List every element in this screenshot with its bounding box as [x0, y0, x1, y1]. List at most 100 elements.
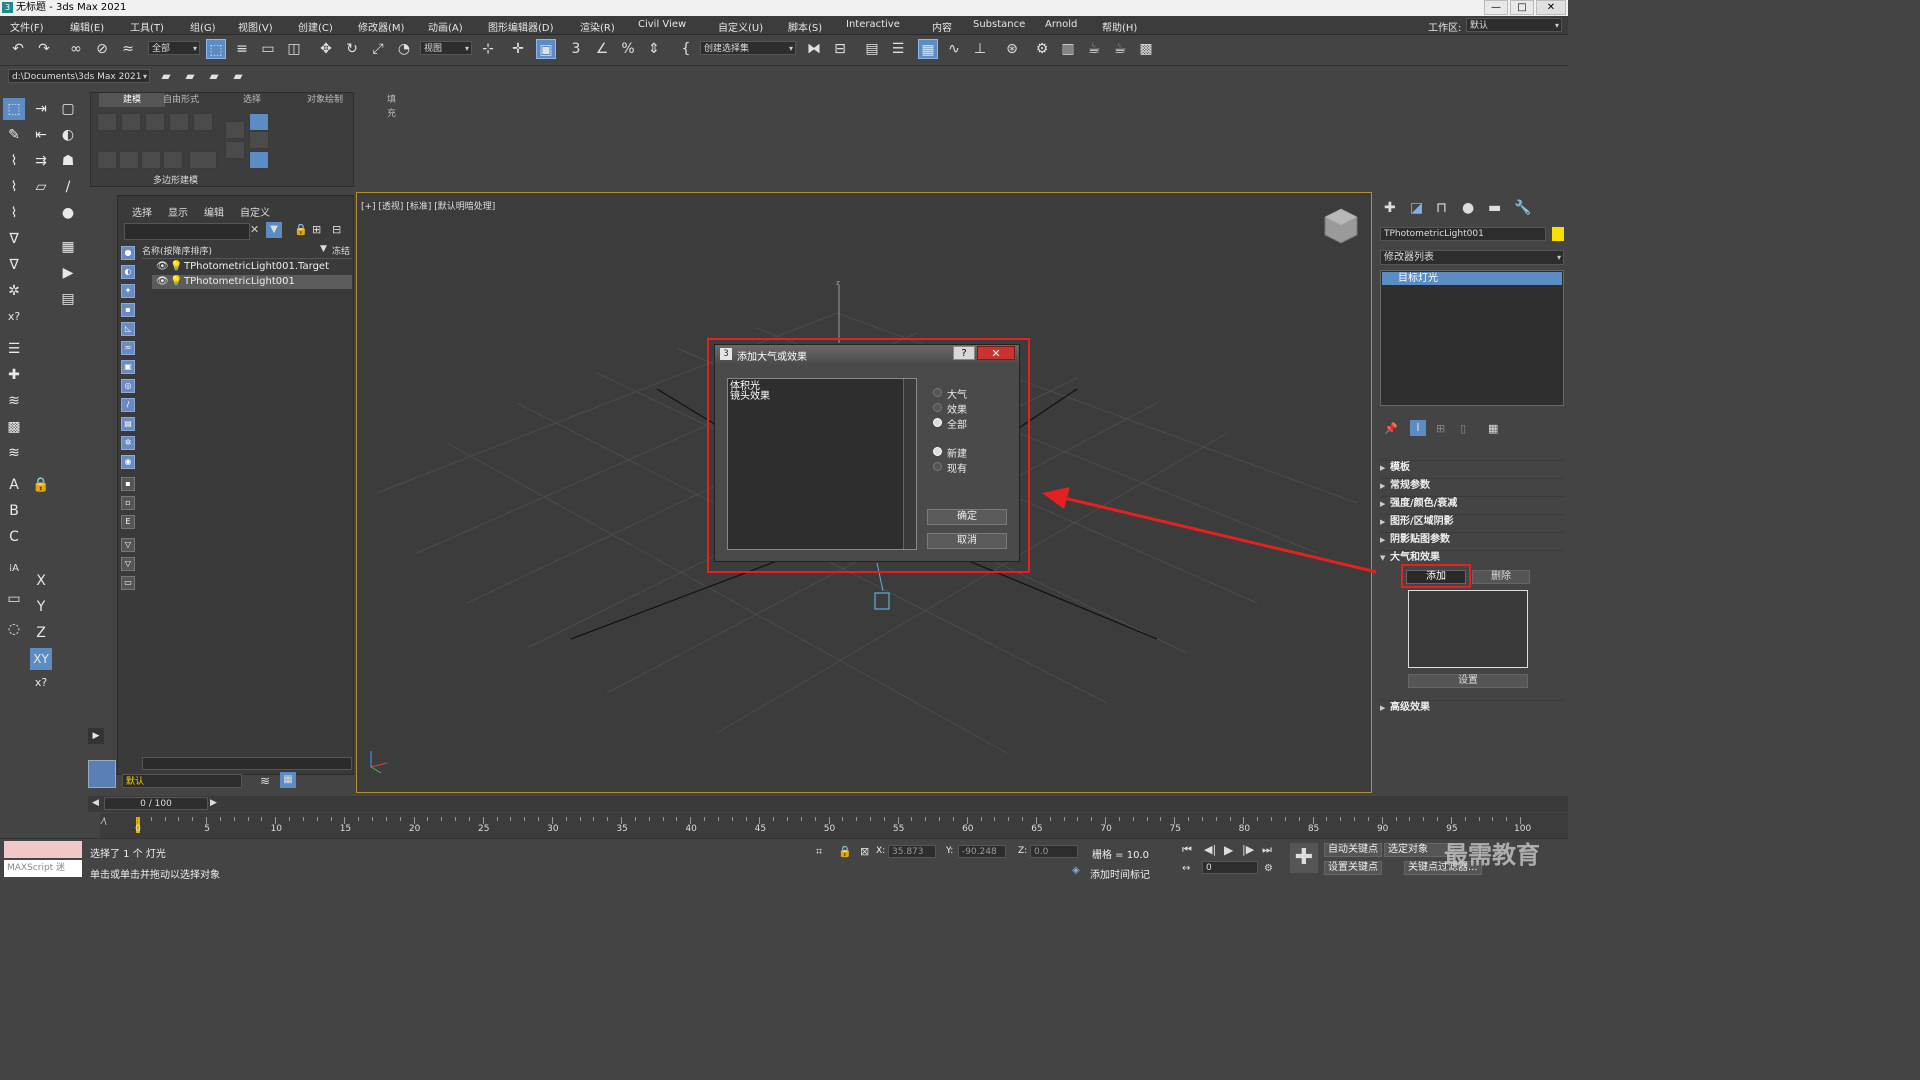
tool-b-icon[interactable]: ▱	[30, 176, 52, 198]
selection-lock-icon[interactable]: 🔒	[838, 845, 852, 858]
filter-lights-icon[interactable]: ✦	[121, 284, 135, 298]
rollout-templates[interactable]: ▶ 模板	[1380, 460, 1564, 475]
y-axis-icon[interactable]: Y	[30, 596, 52, 618]
create-folder-icon[interactable]: ▰	[180, 66, 200, 86]
sort-arrow-icon[interactable]: ▼	[320, 244, 327, 254]
export-icon[interactable]: ⇤	[30, 124, 52, 146]
ribbon-toggle-icon[interactable]: ▦	[918, 39, 938, 59]
list-item[interactable]: 镜头效果	[730, 391, 770, 402]
remove-modifier-icon[interactable]: ▯	[1460, 422, 1466, 435]
visibility-eye-icon[interactable]: 👁	[156, 260, 169, 274]
dotted-circle-icon[interactable]: ◌	[3, 618, 25, 640]
menu-view[interactable]: 视图(V)	[238, 19, 273, 34]
menu-customize[interactable]: 自定义(U)	[718, 19, 763, 34]
ok-button[interactable]: 确定	[927, 509, 1007, 525]
go-to-start-icon[interactable]: ⏮	[1182, 843, 1192, 857]
lock-icon[interactable]: 🔒	[30, 474, 52, 496]
hierarchy-icon[interactable]: ⊞	[312, 223, 321, 236]
layer-toggle-icon[interactable]: ▦	[280, 772, 296, 788]
filter-cameras-icon[interactable]: ▪	[121, 303, 135, 317]
curve-editor-icon[interactable]: ∿	[944, 39, 964, 59]
render-setup-icon[interactable]: ⚙	[1032, 39, 1052, 59]
rollout-shadow-map[interactable]: ▶ 阴影贴图参数	[1380, 532, 1564, 547]
ribbon-tool-9[interactable]	[225, 141, 245, 159]
selection-filter-dropdown[interactable]: 全部	[148, 41, 200, 56]
show-end-result-icon[interactable]: I	[1410, 420, 1426, 436]
display-none-icon[interactable]: ▫	[121, 496, 135, 510]
ribbon-tool-8[interactable]	[249, 131, 269, 149]
import-icon[interactable]: ⇥	[30, 98, 52, 120]
project-folder-dropdown[interactable]: d:\Documents\3ds Max 2021	[8, 69, 150, 84]
stack-icon[interactable]: ☰	[3, 338, 25, 360]
move-icon[interactable]: ✥	[316, 39, 336, 59]
align-icon[interactable]: ⊟	[830, 39, 850, 59]
workspace-dropdown[interactable]: 默认	[1466, 18, 1562, 33]
play-icon[interactable]: ▶	[1224, 843, 1233, 857]
filter-shapes-icon[interactable]: ◐	[121, 265, 135, 279]
teapot-icon[interactable]: ☗	[57, 150, 79, 172]
filter-hidden-icon[interactable]: ◉	[121, 455, 135, 469]
ribbon-tool-11[interactable]	[97, 151, 117, 169]
ribbon-tool-14[interactable]	[163, 151, 183, 169]
rendered-frame-window-icon[interactable]: ▥	[1058, 39, 1078, 59]
expand-arrow-icon[interactable]: ▶	[88, 728, 104, 744]
named-selection-dropdown[interactable]: 创建选择集	[700, 41, 796, 56]
menu-scripting[interactable]: 脚本(S)	[788, 19, 822, 34]
radio-new[interactable]: 新建	[933, 445, 967, 460]
maxscript-mini-listener[interactable]: MAXScript 迷	[4, 860, 82, 877]
column-name-header[interactable]: 名称(按降序排序)	[142, 247, 212, 257]
current-frame-field[interactable]: 0	[1202, 861, 1258, 874]
bind-space-warp-icon[interactable]: ≈	[118, 39, 138, 59]
ribbon-tab-populate[interactable]: 填充	[381, 93, 402, 119]
ribbon-panel-label[interactable]: 多边形建模	[153, 173, 198, 186]
layer-explorer-icon[interactable]: ☰	[888, 39, 908, 59]
z-axis-icon[interactable]: Z	[30, 622, 52, 644]
edit-named-selection-icon[interactable]: {	[676, 39, 696, 59]
key-mode-icon[interactable]: ↔	[1182, 863, 1190, 874]
y-coord-field[interactable]: -90.248	[958, 845, 1006, 858]
radio-existing[interactable]: 现有	[933, 460, 967, 475]
menu-tools[interactable]: 工具(T)	[130, 19, 164, 34]
rollout-advanced-effects[interactable]: ▶ 高级效果	[1380, 700, 1564, 715]
display-tab-icon[interactable]: ▬	[1488, 200, 1501, 216]
reference-coord-dropdown[interactable]: 视图	[420, 41, 472, 56]
go-to-end-icon[interactable]: ⏭	[1262, 843, 1272, 857]
ribbon-tool-2[interactable]	[121, 113, 141, 131]
spinner-snap-icon[interactable]: ⇕	[644, 39, 664, 59]
dialog-help-button[interactable]: ?	[953, 346, 975, 360]
minimize-button[interactable]: —	[1484, 0, 1508, 15]
xy-plane-icon[interactable]: XY	[30, 648, 52, 670]
rollout-intensity[interactable]: ▶ 强度/颜色/衰减	[1380, 496, 1564, 511]
link-icon[interactable]: ∞	[66, 39, 86, 59]
filter-helpers-icon[interactable]: ◺	[121, 322, 135, 336]
merge-icon[interactable]: ⇉	[30, 150, 52, 172]
effect-list[interactable]: 体积光 镜头效果	[727, 378, 917, 550]
radio-effects[interactable]: 效果	[933, 401, 967, 416]
menu-create[interactable]: 创建(C)	[298, 19, 333, 34]
fence-icon[interactable]: ⌇	[3, 176, 25, 198]
redo-icon[interactable]: ↷	[34, 39, 54, 59]
modifier-stack-item[interactable]: 目标灯光	[1382, 272, 1562, 285]
render-in-cloud-icon[interactable]: ▩	[1136, 39, 1156, 59]
set-project-icon[interactable]: ▰	[204, 66, 224, 86]
ribbon-tool-1[interactable]	[97, 113, 117, 131]
filter-bones-icon[interactable]: /	[121, 398, 135, 412]
viewport-preview-icon[interactable]	[88, 760, 116, 788]
open-folder-icon[interactable]: ▰	[156, 66, 176, 86]
menu-help[interactable]: 帮助(H)	[1102, 19, 1137, 34]
ribbon-tool-3[interactable]	[145, 113, 165, 131]
explorer-lock-icon[interactable]: 🔒	[294, 223, 308, 236]
text-a-icon[interactable]: A	[3, 474, 25, 496]
keyboard-shortcut-override-icon[interactable]: ▣	[536, 39, 556, 59]
object-name-field[interactable]: TPhotometricLight001	[1380, 227, 1546, 241]
viewport-layout-icon[interactable]: ▢	[57, 98, 79, 120]
setup-button[interactable]: 设置	[1408, 674, 1528, 688]
rotate-icon[interactable]: ↻	[342, 39, 362, 59]
schematic-view-icon[interactable]: ⊥	[970, 39, 990, 59]
filter-frozen-icon[interactable]: ✲	[121, 436, 135, 450]
add-time-tag[interactable]: 添加时间标记	[1090, 866, 1150, 881]
list-scrollbar[interactable]	[903, 379, 916, 549]
ribbon-tool-13[interactable]	[141, 151, 161, 169]
configure-sets-icon[interactable]: ▦	[1488, 422, 1498, 435]
isolate-icon[interactable]: ⌗	[816, 845, 822, 859]
